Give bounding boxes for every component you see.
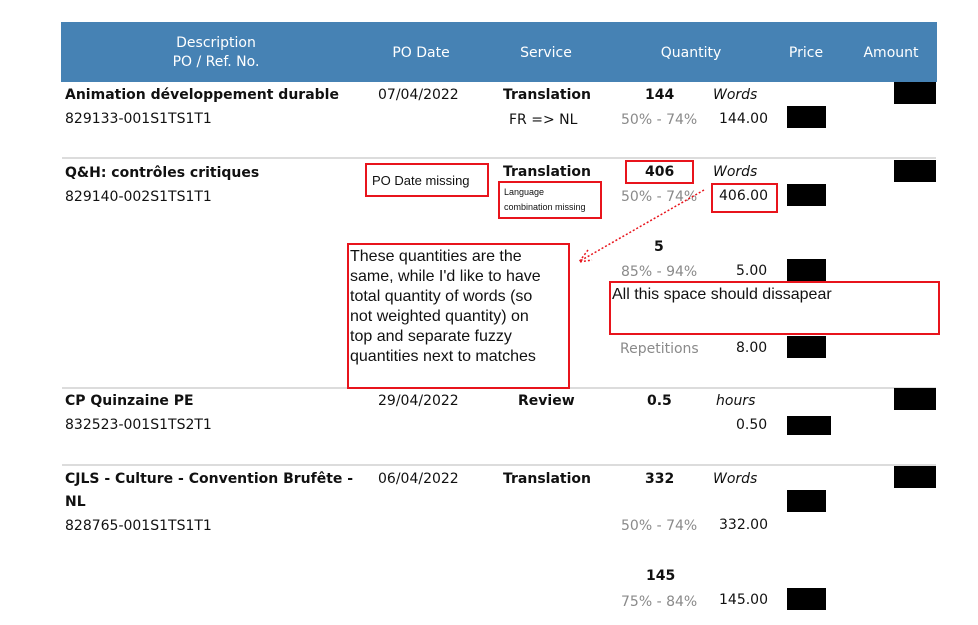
arrow-line <box>579 189 705 262</box>
annotation-arrow <box>577 189 705 264</box>
arrow-head-icon <box>577 249 593 264</box>
